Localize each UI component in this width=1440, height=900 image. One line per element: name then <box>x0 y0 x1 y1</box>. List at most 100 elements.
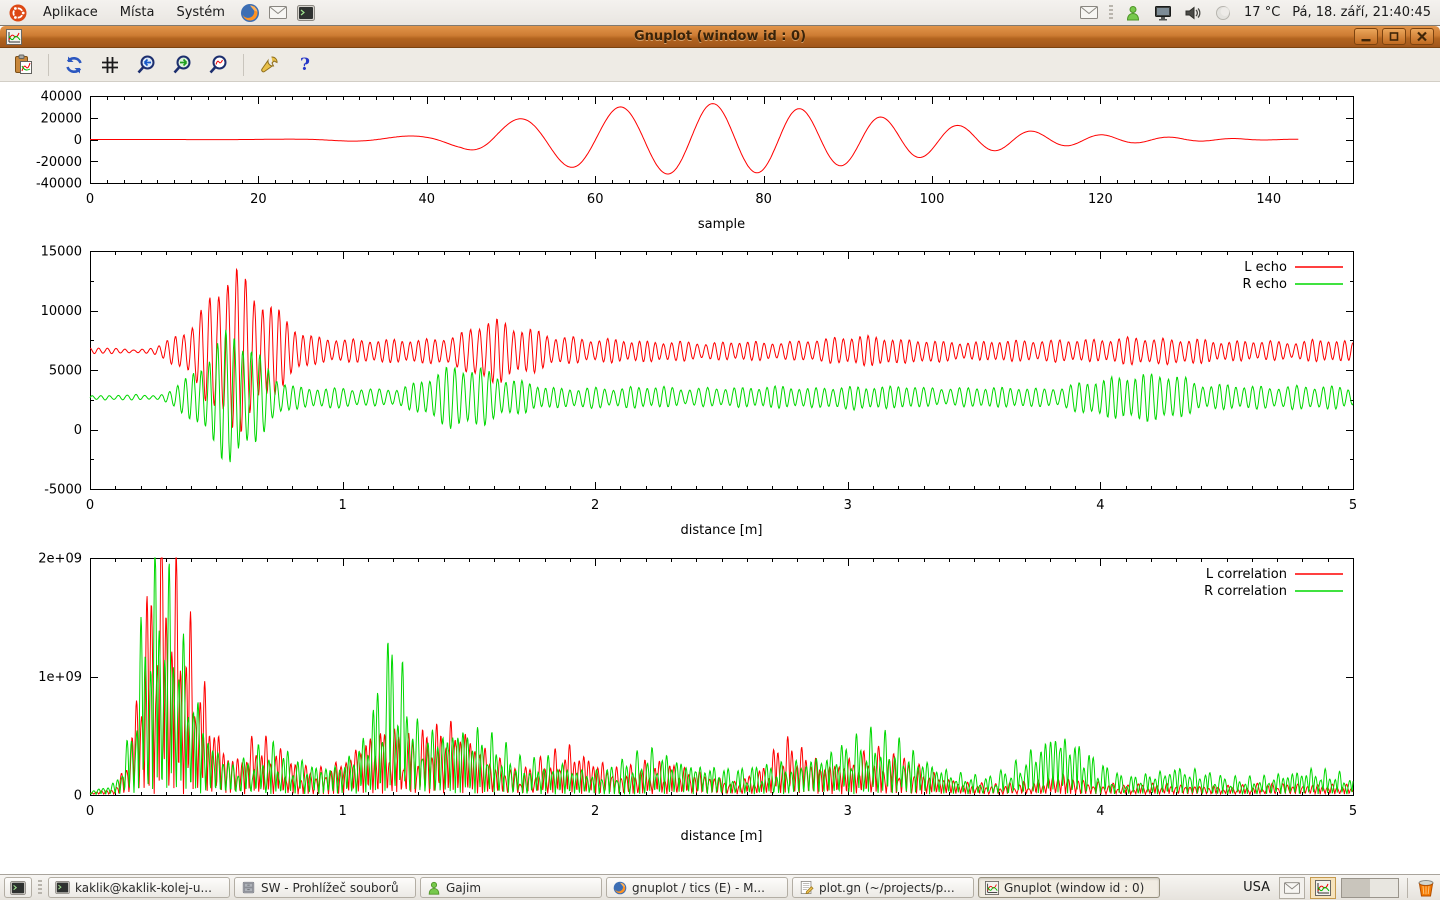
zoom-region-button[interactable] <box>205 52 231 78</box>
svg-text:4: 4 <box>1096 498 1104 513</box>
svg-text:1: 1 <box>338 804 346 819</box>
ubuntu-logo-icon[interactable] <box>6 1 30 25</box>
task-label: gnuplot / tics (E) - M... <box>632 881 781 895</box>
menu-places[interactable]: Místa <box>111 2 164 23</box>
gnome-top-panel: Aplikace Místa Systém <box>0 0 1440 26</box>
help-icon: ? <box>300 55 310 75</box>
file-manager-icon <box>241 881 256 894</box>
svg-text:2: 2 <box>591 804 599 819</box>
svg-text:120: 120 <box>1088 192 1113 207</box>
toolbar-separator <box>48 54 49 76</box>
task-button-editor[interactable]: plot.gn (~/projects/p... <box>792 877 974 898</box>
svg-text:0: 0 <box>74 789 82 804</box>
svg-text:4: 4 <box>1096 804 1104 819</box>
chart-echo[interactable]: 012345-5000050001000015000distance [m]L … <box>0 243 1440 543</box>
window-list-button[interactable] <box>4 877 32 898</box>
svg-text:0: 0 <box>86 804 94 819</box>
gajim-tray-icon[interactable] <box>1121 1 1145 25</box>
svg-text:60: 60 <box>587 192 604 207</box>
tray-mail-icon[interactable] <box>1279 877 1305 899</box>
svg-text:1: 1 <box>338 498 346 513</box>
copy-plot-button[interactable] <box>10 52 36 78</box>
task-label: SW - Prohlížeč souborů <box>261 881 409 895</box>
gnuplot-icon <box>985 881 999 895</box>
svg-text:1e+09: 1e+09 <box>38 670 82 685</box>
zoom-previous-button[interactable] <box>133 52 159 78</box>
svg-text:15000: 15000 <box>41 245 82 260</box>
taskbar-handle[interactable] <box>38 880 42 896</box>
text-editor-icon <box>799 881 814 894</box>
window-titlebar[interactable]: Gnuplot (window id : 0) <box>0 26 1440 48</box>
svg-text:-5000: -5000 <box>44 483 82 498</box>
taskbar: kaklik@kaklik-kolej-u... SW - Prohlížeč … <box>0 874 1440 900</box>
task-button-gajim[interactable]: Gajim <box>420 877 602 898</box>
taskbar-separator <box>1407 878 1408 898</box>
svg-text:40: 40 <box>419 192 436 207</box>
firefox-icon <box>613 881 627 895</box>
svg-text:5000: 5000 <box>49 364 82 379</box>
zoom-next-button[interactable] <box>169 52 195 78</box>
svg-text:2: 2 <box>591 498 599 513</box>
refresh-button[interactable] <box>61 52 87 78</box>
svg-text:0: 0 <box>74 133 82 148</box>
task-button-terminal[interactable]: kaklik@kaklik-kolej-u... <box>48 877 230 898</box>
workspace-switcher[interactable] <box>1341 878 1399 898</box>
svg-text:0: 0 <box>74 423 82 438</box>
chart-correlation[interactable]: 0 1 2 3 4 5 0 1e+09 2e+09 distance [m] L correlati… <box>0 550 1440 850</box>
task-button-firefox[interactable]: gnuplot / tics (E) - M... <box>606 877 788 898</box>
svg-text:R echo: R echo <box>1242 277 1287 292</box>
trash-icon[interactable] <box>1416 879 1436 897</box>
svg-text:distance [m]: distance [m] <box>680 829 762 844</box>
volume-icon[interactable] <box>1181 1 1205 25</box>
svg-text:L correlation: L correlation <box>1206 567 1287 582</box>
help-button[interactable]: ? <box>292 52 318 78</box>
weather-icon[interactable] <box>1211 1 1235 25</box>
chart-sample[interactable]: 020406080100120140-40000-200000200004000… <box>0 88 1440 240</box>
workspace-2[interactable] <box>1370 879 1398 897</box>
clock-label[interactable]: Pá, 18. září, 21:40:45 <box>1289 5 1434 20</box>
toolbar-separator <box>243 54 244 76</box>
svg-text:10000: 10000 <box>41 304 82 319</box>
terminal-icon <box>55 881 70 894</box>
gajim-icon <box>427 881 441 895</box>
tray-gnuplot-icon[interactable] <box>1310 877 1336 899</box>
task-label: plot.gn (~/projects/p... <box>819 881 967 895</box>
panel-right: 17 °C Pá, 18. září, 21:40:45 <box>1077 1 1434 25</box>
firefox-icon[interactable] <box>238 1 262 25</box>
svg-text:140: 140 <box>1256 192 1281 207</box>
svg-text:0: 0 <box>86 498 94 513</box>
mail-notification-icon[interactable] <box>1077 1 1101 25</box>
menu-system[interactable]: Systém <box>167 2 233 23</box>
task-button-gnuplot[interactable]: Gnuplot (window id : 0) <box>978 877 1160 898</box>
configure-button[interactable] <box>256 52 282 78</box>
task-label: Gnuplot (window id : 0) <box>1004 881 1153 895</box>
plot-canvas: 020406080100120140-40000-200000200004000… <box>0 82 1440 874</box>
svg-text:3: 3 <box>844 804 852 819</box>
temperature-label[interactable]: 17 °C <box>1241 5 1283 20</box>
keyboard-layout-indicator[interactable]: USA <box>1239 880 1274 895</box>
workspace-1[interactable] <box>1342 879 1370 897</box>
svg-text:distance [m]: distance [m] <box>680 523 762 538</box>
window-title: Gnuplot (window id : 0) <box>0 29 1440 44</box>
svg-text:-40000: -40000 <box>36 177 82 192</box>
svg-text:5: 5 <box>1349 804 1357 819</box>
svg-text:3: 3 <box>844 498 852 513</box>
taskbar-right: USA <box>1239 877 1436 899</box>
svg-text:40000: 40000 <box>41 90 82 105</box>
svg-text:20000: 20000 <box>41 111 82 126</box>
applet-handle[interactable] <box>1109 5 1113 21</box>
svg-text:20: 20 <box>250 192 267 207</box>
menu-applications[interactable]: Aplikace <box>34 2 107 23</box>
task-label: Gajim <box>446 881 595 895</box>
task-button-file-manager[interactable]: SW - Prohlížeč souborů <box>234 877 416 898</box>
svg-text:sample: sample <box>698 217 745 232</box>
mail-icon[interactable] <box>266 1 290 25</box>
display-icon[interactable] <box>1151 1 1175 25</box>
grid-button[interactable] <box>97 52 123 78</box>
svg-text:2e+09: 2e+09 <box>38 552 82 567</box>
terminal-icon[interactable] <box>294 1 318 25</box>
gnuplot-toolbar: ? <box>0 48 1440 82</box>
svg-text:100: 100 <box>920 192 945 207</box>
panel-left: Aplikace Místa Systém <box>6 1 318 25</box>
svg-text:80: 80 <box>755 192 772 207</box>
